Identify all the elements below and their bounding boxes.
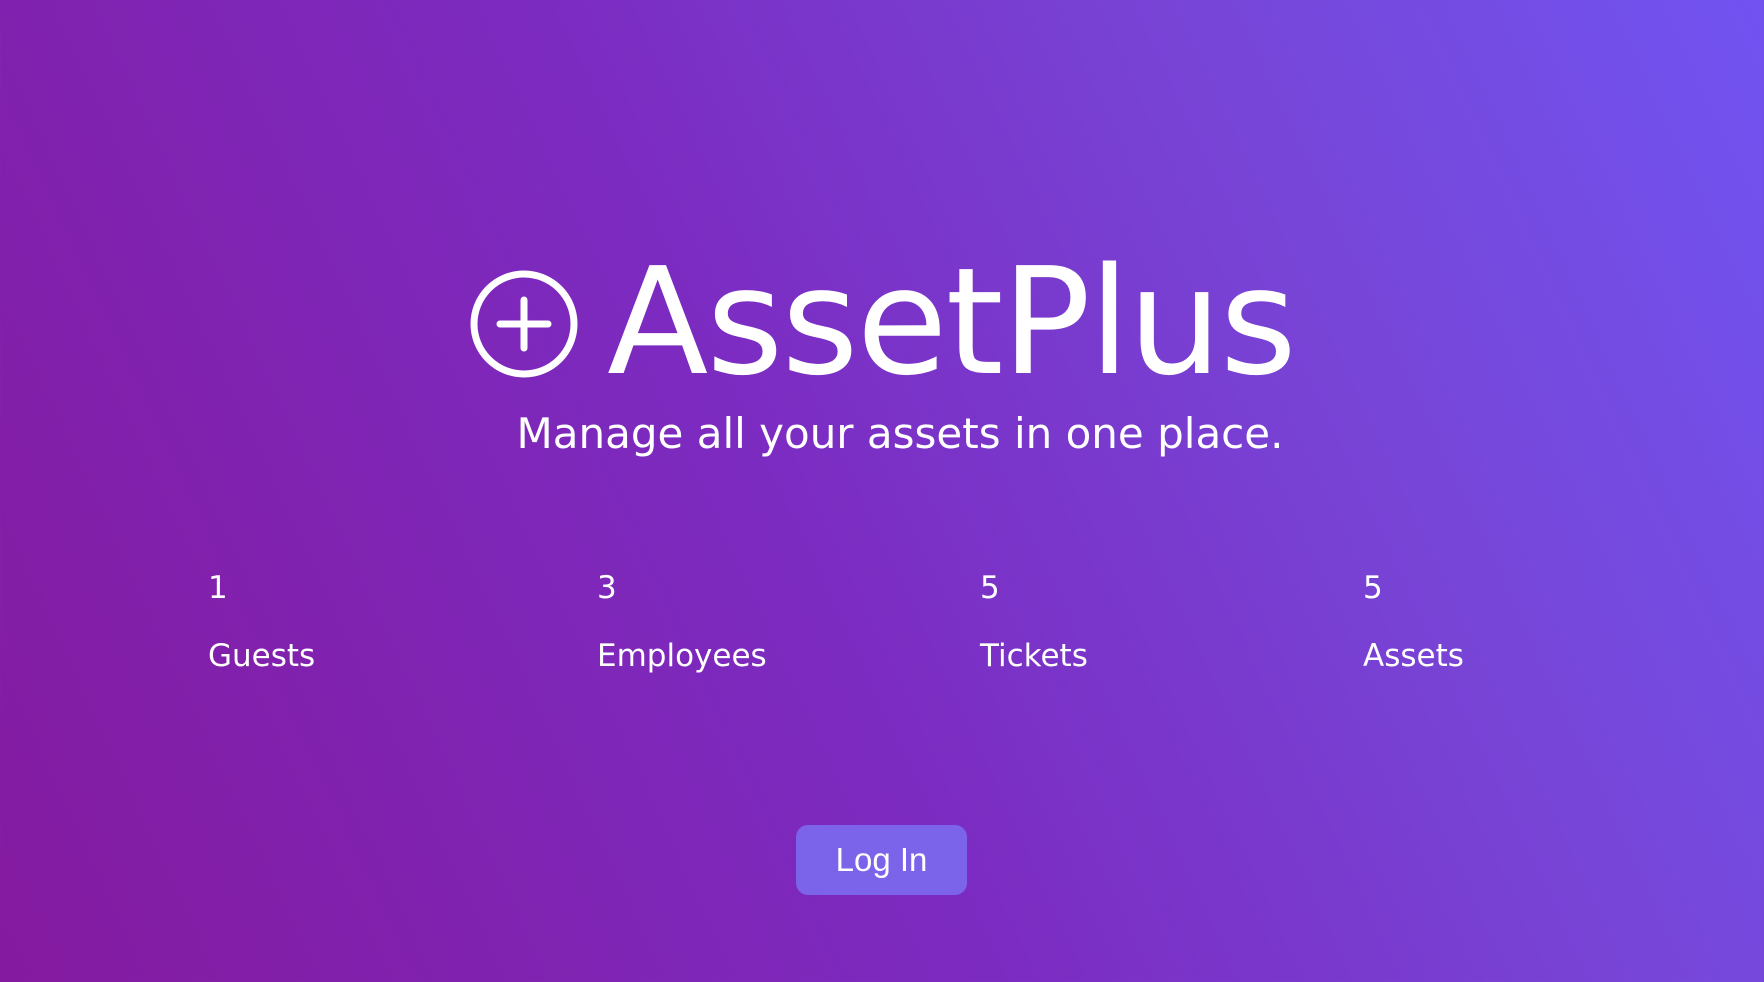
- stat-count: 5: [1363, 570, 1383, 606]
- stat-count: 3: [597, 570, 617, 606]
- stat-label: Employees: [597, 638, 767, 674]
- stat-label: Assets: [1363, 638, 1464, 674]
- stat-employees: 3 Employees: [597, 566, 767, 678]
- stat-label: Tickets: [980, 638, 1088, 674]
- plus-circle-icon: [470, 270, 578, 378]
- stat-tickets: 5 Tickets: [980, 566, 1088, 678]
- login-button[interactable]: Log In: [796, 825, 967, 895]
- stat-count: 1: [208, 570, 228, 606]
- stat-label: Guests: [208, 638, 316, 674]
- stat-guests: 1 Guests: [208, 566, 315, 678]
- brand-header: AssetPlus: [0, 236, 1764, 408]
- stats-row: 1 Guests 3 Employees 5 Tickets 5 Assets: [0, 566, 1764, 686]
- app-title: AssetPlus: [607, 236, 1297, 408]
- stat-assets: 5 Assets: [1363, 566, 1464, 678]
- stat-count: 5: [980, 570, 1000, 606]
- tagline: Manage all your assets in one place.: [516, 409, 1284, 458]
